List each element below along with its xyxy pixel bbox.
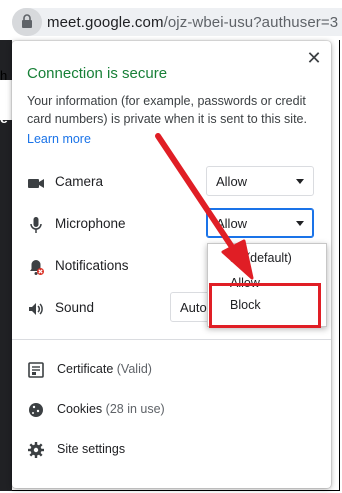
annotation-highlight-box	[209, 283, 321, 328]
option-ask-label: sk (default)	[230, 251, 292, 265]
site-settings-label: Site settings	[57, 442, 126, 456]
connection-status-title: Connection is secure	[27, 65, 168, 82]
certificate-label: Certificate	[57, 362, 114, 376]
microphone-icon	[30, 217, 42, 233]
camera-permission-value: Allow	[216, 174, 248, 189]
cookies-link[interactable]: Cookies (28 in use)	[12, 394, 331, 424]
microphone-label: Microphone	[55, 216, 126, 231]
divider	[12, 339, 331, 340]
page-partial-text: h	[0, 68, 8, 83]
cookie-icon	[29, 403, 43, 417]
microphone-permission-value: Allow	[216, 216, 248, 231]
option-ask-default[interactable]: sk (default)	[208, 246, 326, 270]
url-path: /ojz-wbei-usu?authuser=3	[163, 14, 339, 31]
speaker-icon	[29, 303, 43, 315]
connection-description: Your information (for example, passwords…	[27, 94, 307, 126]
site-settings-link[interactable]: Site settings	[12, 434, 331, 464]
address-bar: meet.google.com/ojz-wbei-usu?authuser=3	[0, 0, 342, 40]
camera-icon	[28, 179, 44, 188]
chevron-down-icon	[296, 179, 304, 184]
permission-row-camera: Camera Allow	[12, 166, 331, 198]
microphone-permission-select[interactable]: Allow	[206, 208, 314, 238]
close-button[interactable]: ✕	[305, 49, 323, 67]
certificate-link[interactable]: Certificate (Valid)	[12, 354, 331, 384]
certificate-icon	[28, 362, 44, 378]
close-icon: ✕	[306, 48, 322, 68]
certificate-status: (Valid)	[116, 362, 152, 376]
cookies-count: (28 in use)	[105, 402, 165, 416]
cookies-text: Cookies (28 in use)	[57, 402, 165, 416]
site-info-button[interactable]	[12, 8, 42, 36]
cookies-label: Cookies	[57, 402, 103, 416]
notifications-blocked-icon	[30, 260, 44, 275]
page-partial-heading: e	[0, 110, 8, 126]
sound-label: Sound	[55, 300, 95, 315]
url-text[interactable]: meet.google.com/ojz-wbei-usu?authuser=3	[47, 14, 338, 31]
camera-permission-select[interactable]: Allow	[206, 166, 314, 196]
lock-icon	[22, 14, 32, 28]
certificate-text: Certificate (Valid)	[57, 362, 152, 376]
permission-row-microphone: Microphone Allow	[12, 208, 331, 240]
gear-icon	[28, 442, 44, 458]
notifications-label: Notifications	[55, 258, 129, 273]
url-host: meet.google.com	[47, 14, 164, 31]
camera-label: Camera	[55, 174, 104, 189]
chevron-down-icon	[296, 221, 304, 226]
learn-more-link[interactable]: Learn more	[27, 132, 91, 146]
page-background: h e	[0, 40, 12, 491]
